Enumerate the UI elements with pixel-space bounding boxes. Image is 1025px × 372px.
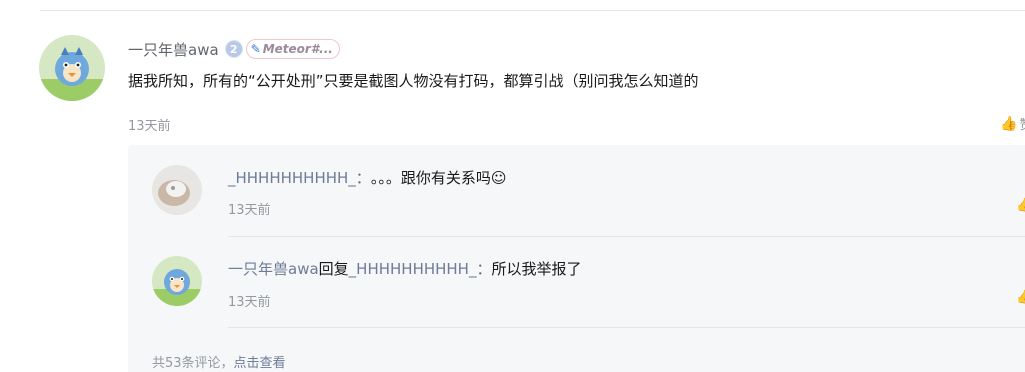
reply-item: 一只年兽awa 回复 _HHHHHHHHHH_ ： 所以我举报了 (228, 258, 582, 279)
fan-medal[interactable]: ✎ Meteor#... (245, 39, 340, 59)
reply-text: 。。。跟你有关系吗☺ (370, 169, 507, 187)
medal-label: Meteor#... (262, 42, 333, 56)
comment-content: 据我所知，所有的“公开处刑”只要是截图人物没有打码，都算引战（别问我怎么知道的 (128, 72, 699, 90)
avatar[interactable] (39, 35, 105, 101)
avatar[interactable] (152, 165, 202, 215)
reply-time: 13天前 (228, 295, 271, 310)
thumbs-up-icon[interactable]: 👍 (1016, 198, 1025, 213)
reply-time: 13天前 (228, 203, 271, 218)
thumbs-up-icon[interactable]: 👍 (1016, 290, 1025, 305)
comment-time: 13天前 (128, 119, 171, 134)
comment-header: 一只年兽awa 2 ✎ Meteor#... (128, 38, 340, 60)
reply-word: 回复 (318, 260, 349, 278)
reply-item: _HHHHHHHHHH_ ： 。。。跟你有关系吗☺ (228, 167, 506, 188)
reply-separator: ： (476, 260, 492, 278)
reply-username[interactable]: _HHHHHHHHHH_ (228, 169, 356, 187)
reply-text: 所以我举报了 (491, 260, 582, 278)
level-badge: 2 (224, 40, 243, 58)
view-more: 共53条评论，点击查看 (152, 352, 286, 371)
top-divider (40, 10, 1025, 11)
like-label: 赞 (1019, 114, 1025, 133)
comment-username[interactable]: 一只年兽awa (128, 39, 219, 60)
reply-username[interactable]: 一只年兽awa (228, 258, 319, 279)
reply-divider (228, 327, 1025, 328)
avatar[interactable] (152, 256, 202, 306)
reply-separator: ： (355, 169, 371, 187)
reply-divider (228, 236, 1025, 237)
comment-count: 共53条评论， (152, 356, 234, 371)
reply-target[interactable]: _HHHHHHHHHH_ (349, 260, 477, 278)
thumbs-up-icon: 👍 (1000, 115, 1018, 132)
pen-icon: ✎ (250, 42, 261, 56)
like-button[interactable]: 👍 赞 (1000, 114, 1025, 134)
view-more-link[interactable]: 点击查看 (234, 356, 286, 371)
